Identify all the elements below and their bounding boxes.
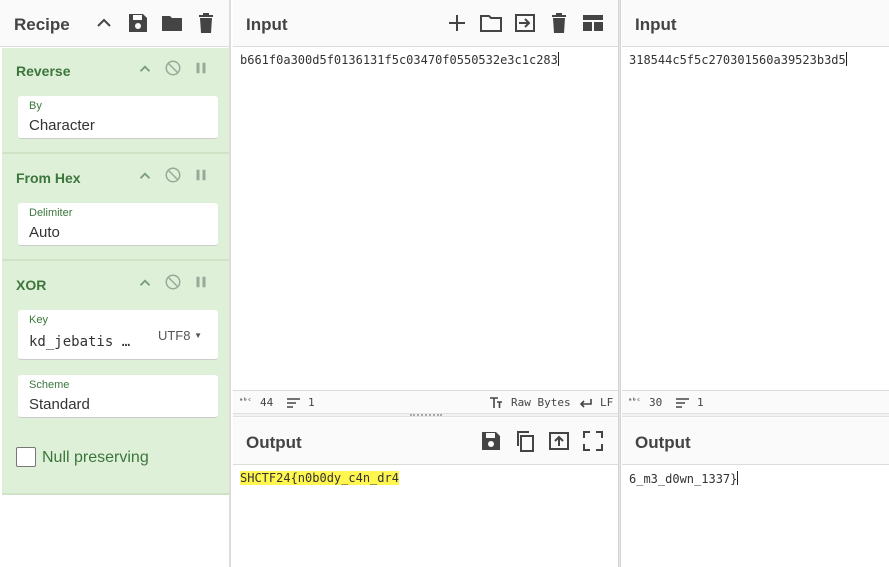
arg-value: Character — [29, 117, 95, 134]
input-title: Input — [246, 15, 288, 34]
caret-down-icon: ▼ — [194, 331, 202, 340]
chevron-up-icon[interactable] — [92, 11, 116, 35]
null-preserving-label: Null preserving — [42, 449, 149, 466]
arg-label: Scheme — [29, 379, 70, 391]
clear-input-trash-icon[interactable] — [547, 11, 571, 35]
output-text: 6_m3_d0wn_1337} — [629, 472, 738, 486]
input-text: b661f0a300d5f0136131f5c03470f0550532e3c1… — [240, 53, 558, 67]
arg-label: By — [29, 100, 42, 112]
text-caret — [557, 52, 559, 66]
pause-icon[interactable] — [192, 273, 210, 291]
collapse-chevron-icon[interactable] — [136, 60, 154, 78]
arg-value: Standard — [29, 396, 90, 413]
eol-label[interactable]: LF — [600, 396, 613, 409]
lines-icon — [676, 397, 689, 409]
save-output-icon[interactable] — [479, 429, 503, 453]
encoding-dropdown[interactable]: UTF8 ▼ — [158, 328, 202, 343]
mode-label[interactable]: Raw Bytes — [511, 396, 571, 409]
input-header: Input — [233, 0, 618, 47]
collapse-chevron-icon[interactable] — [136, 274, 154, 292]
output-title: Output — [635, 433, 691, 452]
output-text: SHCTF24{n0b0dy_c4n_dr4 — [240, 471, 399, 485]
return-arrow-icon[interactable] — [579, 397, 592, 409]
input-text: 318544c5f5c270301560a39523b3d5 — [629, 53, 846, 67]
open-folder-icon[interactable] — [479, 11, 503, 35]
input-length: 44 — [260, 396, 274, 409]
input-header: Input — [622, 0, 889, 47]
operation-title: Reverse — [16, 63, 71, 79]
input-lines: 1 — [697, 396, 704, 409]
arg-label: Delimiter — [29, 207, 73, 219]
input-textarea[interactable]: 318544c5f5c270301560a39523b3d5 — [629, 52, 847, 67]
resize-grip[interactable] — [410, 414, 442, 416]
input-status-bar: ᵃᵇᶜ 44 1 Raw Bytes LF — [233, 390, 618, 414]
layout-icon[interactable] — [581, 11, 605, 35]
output-title: Output — [246, 433, 302, 452]
input-textarea[interactable]: b661f0a300d5f0136131f5c03470f0550532e3c1… — [240, 52, 559, 67]
arg-label: Key — [29, 314, 48, 326]
operation-title: From Hex — [16, 170, 81, 186]
input-title: Input — [635, 15, 677, 34]
pause-icon[interactable] — [192, 59, 210, 77]
text-format-icon[interactable] — [489, 397, 502, 409]
save-icon[interactable] — [126, 11, 150, 35]
operation-reverse[interactable]: Reverse By Character — [2, 48, 229, 154]
output-header: Output — [233, 418, 618, 465]
operation-from-hex[interactable]: From Hex Delimiter Auto — [2, 154, 229, 261]
pane-divider[interactable] — [233, 413, 618, 417]
open-file-icon[interactable] — [513, 11, 537, 35]
recipe-header: Recipe — [0, 0, 229, 47]
collapse-chevron-icon[interactable] — [136, 167, 154, 185]
arg-by[interactable]: By Character — [18, 96, 218, 139]
io-panel-left: Input b661f0a300d5f0136131f5c03470f05505… — [233, 0, 618, 567]
arg-value: Auto — [29, 224, 60, 241]
copy-icon[interactable] — [513, 429, 537, 453]
lines-icon — [287, 397, 300, 409]
arg-value: kd_jebatis … — [29, 334, 131, 350]
input-lines: 1 — [308, 396, 315, 409]
output-textarea[interactable]: SHCTF24{n0b0dy_c4n_dr4 — [240, 471, 399, 485]
text-caret — [845, 52, 847, 66]
pause-icon[interactable] — [192, 166, 210, 184]
disable-icon[interactable] — [164, 273, 182, 291]
disable-icon[interactable] — [164, 166, 182, 184]
folder-icon[interactable] — [160, 11, 184, 35]
recipe-panel: Recipe Reverse By Character From Hex Del… — [0, 0, 231, 567]
length-icon: ᵃᵇᶜ — [239, 397, 252, 405]
input-length: 30 — [649, 396, 663, 409]
io-panel-right: Input 318544c5f5c270301560a39523b3d5 ᵃᵇᶜ… — [622, 0, 889, 567]
add-tab-icon[interactable] — [445, 11, 469, 35]
arg-delimiter[interactable]: Delimiter Auto — [18, 203, 218, 246]
column-splitter[interactable] — [618, 0, 621, 567]
maximize-icon[interactable] — [581, 429, 605, 453]
operation-title: XOR — [16, 277, 47, 293]
output-header: Output — [622, 418, 889, 465]
trash-icon[interactable] — [194, 11, 218, 35]
disable-icon[interactable] — [164, 59, 182, 77]
length-icon: ᵃᵇᶜ — [628, 397, 641, 405]
pane-divider[interactable] — [622, 413, 889, 417]
input-status-bar: ᵃᵇᶜ 30 1 — [622, 390, 889, 414]
arg-scheme[interactable]: Scheme Standard — [18, 375, 218, 418]
encoding-label: UTF8 — [157, 328, 191, 343]
output-textarea[interactable]: 6_m3_d0wn_1337} — [629, 471, 739, 486]
text-caret — [737, 471, 739, 485]
recipe-title: Recipe — [14, 15, 70, 34]
null-preserving-checkbox[interactable] — [16, 447, 36, 467]
replace-input-icon[interactable] — [547, 429, 571, 453]
arg-key[interactable]: Key kd_jebatis … UTF8 ▼ — [18, 310, 218, 360]
